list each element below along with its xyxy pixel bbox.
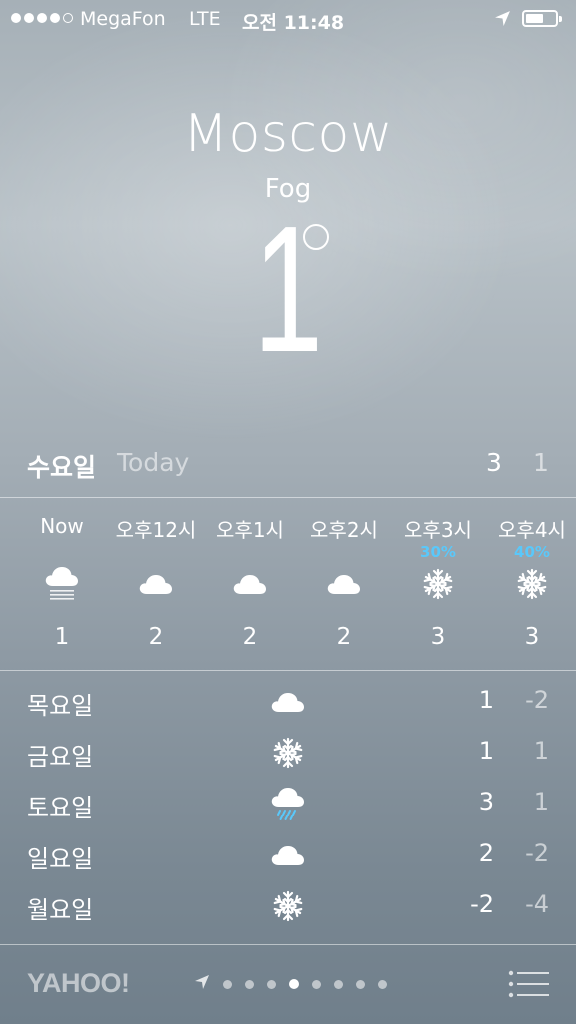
hourly-temp: 2 xyxy=(148,624,164,650)
hourly-time: 오후4시 xyxy=(498,518,566,542)
page-dot-active[interactable] xyxy=(289,979,299,989)
divider xyxy=(0,670,576,671)
snowflake-icon xyxy=(390,564,486,604)
daily-row: 토요일 3 1 xyxy=(0,782,576,826)
hourly-forecast[interactable]: Now 1 오후12시 2 오후1시 2 오후2시 2 오후3시 30% 3 오후4시 40% 3 xyxy=(0,500,576,670)
precip-chance: 40% xyxy=(514,543,550,561)
hourly-time: Now xyxy=(40,514,84,538)
page-dot[interactable] xyxy=(356,979,365,989)
daily-high: 2 xyxy=(478,839,494,867)
divider xyxy=(0,497,576,498)
signal-strength-icon xyxy=(11,13,73,23)
hourly-temp: 3 xyxy=(430,624,446,650)
page-dot[interactable] xyxy=(223,979,232,989)
page-dot[interactable] xyxy=(378,979,387,989)
daily-row: 월요일 -2 -4 xyxy=(0,884,576,928)
today-label: Today xyxy=(117,448,190,477)
page-dot[interactable] xyxy=(334,979,343,989)
daily-high: 1 xyxy=(478,737,494,765)
fog-icon xyxy=(14,564,110,604)
daily-low: -2 xyxy=(525,839,549,867)
daily-day: 월요일 xyxy=(27,896,94,924)
cloud-rain-icon xyxy=(266,786,310,822)
daily-day: 일요일 xyxy=(27,845,94,873)
city-name: Moscow xyxy=(183,104,393,164)
daily-low: 1 xyxy=(533,737,549,765)
hourly-temp: 2 xyxy=(242,624,258,650)
current-temperature-wrap: 1 xyxy=(0,200,576,380)
divider xyxy=(0,944,576,945)
cloud-icon xyxy=(266,684,310,720)
hourly-time: 오후12시 xyxy=(115,518,197,542)
hourly-time: 오후3시 xyxy=(404,518,472,542)
hourly-temp: 3 xyxy=(524,624,540,650)
daily-day: 목요일 xyxy=(27,692,94,720)
network-type: LTE xyxy=(189,8,221,30)
today-low: 1 xyxy=(533,448,549,477)
yahoo-logo[interactable]: YAHOO! xyxy=(27,968,130,999)
precip-chance: 30% xyxy=(420,543,456,561)
daily-high: 3 xyxy=(478,788,494,816)
daily-row: 일요일 2 -2 xyxy=(0,833,576,877)
degree-symbol xyxy=(303,224,329,250)
snowflake-icon xyxy=(266,888,310,924)
today-day: 수요일 xyxy=(27,453,97,482)
snowflake-icon xyxy=(484,564,576,604)
carrier-name: MegaFon xyxy=(80,8,166,30)
daily-day: 토요일 xyxy=(27,794,94,822)
daily-low: -4 xyxy=(525,890,549,918)
hourly-temp: 1 xyxy=(54,624,70,650)
cloud-icon xyxy=(266,837,310,873)
cloud-icon xyxy=(202,564,298,604)
daily-row: 금요일 1 1 xyxy=(0,731,576,775)
current-location-icon xyxy=(194,974,210,994)
daily-high: 1 xyxy=(478,686,494,714)
hourly-time: 오후2시 xyxy=(310,518,378,542)
hourly-temp: 2 xyxy=(336,624,352,650)
hourly-time: 오후1시 xyxy=(216,518,284,542)
battery-icon xyxy=(522,10,562,27)
cloud-icon xyxy=(108,564,204,604)
daily-row: 목요일 1 -2 xyxy=(0,680,576,724)
page-dot[interactable] xyxy=(267,979,276,989)
footer-bar: YAHOO! xyxy=(0,960,576,1010)
daily-high: -2 xyxy=(470,890,494,918)
location-arrow-icon xyxy=(494,10,511,32)
daily-low: 1 xyxy=(533,788,549,816)
page-indicator[interactable] xyxy=(194,974,387,994)
daily-day: 금요일 xyxy=(27,743,94,771)
daily-low: -2 xyxy=(525,686,549,714)
list-icon[interactable] xyxy=(508,970,550,1002)
page-dot[interactable] xyxy=(245,979,254,989)
today-summary: 수요일 Today 3 1 xyxy=(0,448,576,488)
page-dot[interactable] xyxy=(312,979,321,989)
status-time: 오전 11:48 xyxy=(242,12,345,34)
status-bar: MegaFon LTE 오전 11:48 xyxy=(0,0,576,40)
snowflake-icon xyxy=(266,735,310,771)
today-high: 3 xyxy=(486,448,502,477)
cloud-icon xyxy=(296,564,392,604)
